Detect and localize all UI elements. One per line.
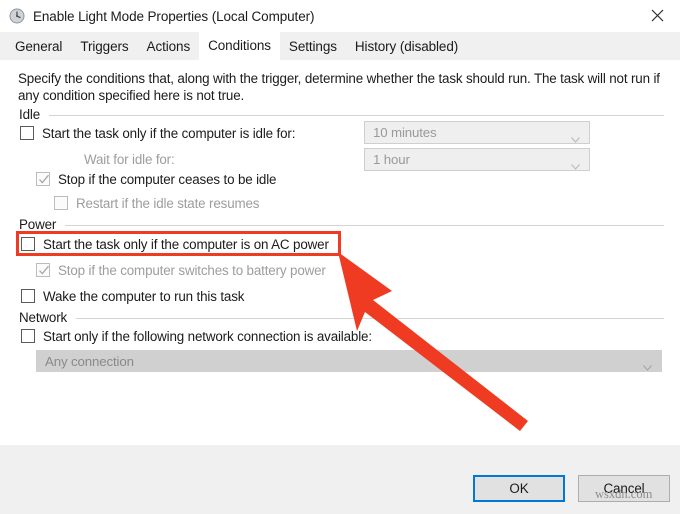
label-stop-on-battery: Stop if the computer switches to battery… [58, 263, 326, 278]
checkbox-start-if-idle[interactable] [20, 126, 34, 140]
tab-conditions[interactable]: Conditions [199, 32, 280, 60]
combo-idle-duration[interactable]: 10 minutes [364, 121, 590, 144]
checkbox-stop-on-battery[interactable] [36, 263, 50, 277]
combo-idle-duration-value: 10 minutes [373, 125, 437, 140]
clock-icon [9, 8, 25, 24]
label-wait-for-idle: Wait for idle for: [84, 152, 175, 167]
checkbox-row-restart-if-idle-resumes[interactable]: Restart if the idle state resumes [54, 194, 259, 212]
checkbox-row-stop-on-battery[interactable]: Stop if the computer switches to battery… [36, 261, 326, 279]
group-header-network: Network [19, 309, 664, 325]
checkbox-row-wake-computer[interactable]: Wake the computer to run this task [21, 287, 244, 305]
group-label-idle: Idle [19, 107, 40, 122]
ok-button[interactable]: OK [473, 475, 565, 502]
tab-history-disabled[interactable]: History (disabled) [346, 34, 467, 60]
checkbox-row-start-if-network[interactable]: Start only if the following network conn… [21, 327, 372, 345]
group-rule-network [76, 318, 664, 319]
watermark-text: wsxdn.com [595, 487, 652, 502]
task-properties-dialog: Enable Light Mode Properties (Local Comp… [0, 0, 680, 514]
checkbox-stop-if-ceases-idle[interactable] [36, 172, 50, 186]
label-start-if-network: Start only if the following network conn… [43, 329, 372, 344]
checkbox-wake-computer[interactable] [21, 289, 35, 303]
group-header-idle: Idle [19, 106, 664, 122]
tab-triggers[interactable]: Triggers [71, 34, 137, 60]
label-ac-power: Start the task only if the computer is o… [43, 237, 329, 252]
checkmark-icon [38, 264, 50, 277]
group-label-power: Power [19, 217, 56, 232]
tab-actions[interactable]: Actions [138, 34, 200, 60]
group-rule-power [65, 225, 664, 226]
close-icon[interactable] [634, 0, 680, 31]
label-start-if-idle: Start the task only if the computer is i… [42, 126, 295, 141]
label-stop-if-ceases-idle: Stop if the computer ceases to be idle [58, 172, 276, 187]
group-header-power: Power [19, 216, 664, 232]
checkbox-restart-if-idle-resumes[interactable] [54, 196, 68, 210]
label-wake-computer: Wake the computer to run this task [43, 289, 244, 304]
checkbox-start-if-network[interactable] [21, 329, 35, 343]
conditions-tab-panel: Specify the conditions that, along with … [0, 60, 680, 445]
dialog-button-bar: OK Cancel [0, 445, 680, 514]
checkmark-icon [38, 173, 50, 186]
chevron-down-icon [571, 130, 580, 136]
tab-strip: General Triggers Actions Conditions Sett… [0, 32, 680, 60]
checkbox-ac-power[interactable] [21, 237, 35, 251]
combo-wait-for-idle[interactable]: 1 hour [364, 148, 590, 171]
conditions-description: Specify the conditions that, along with … [18, 70, 663, 104]
checkbox-row-stop-if-ceases-idle[interactable]: Stop if the computer ceases to be idle [36, 170, 276, 188]
title-bar: Enable Light Mode Properties (Local Comp… [0, 0, 680, 32]
group-label-network: Network [19, 310, 67, 325]
chevron-down-icon [571, 157, 580, 163]
tab-settings[interactable]: Settings [280, 34, 346, 60]
combo-wait-for-idle-value: 1 hour [373, 152, 410, 167]
tab-general[interactable]: General [6, 34, 71, 60]
checkbox-row-ac-power[interactable]: Start the task only if the computer is o… [21, 235, 329, 253]
combo-network-connection-value: Any connection [45, 354, 134, 369]
checkbox-row-start-if-idle[interactable]: Start the task only if the computer is i… [20, 124, 295, 142]
group-rule-idle [49, 115, 664, 116]
label-restart-if-idle-resumes: Restart if the idle state resumes [76, 196, 259, 211]
window-title: Enable Light Mode Properties (Local Comp… [33, 9, 314, 24]
chevron-down-icon [643, 358, 652, 364]
combo-network-connection[interactable]: Any connection [36, 350, 662, 372]
